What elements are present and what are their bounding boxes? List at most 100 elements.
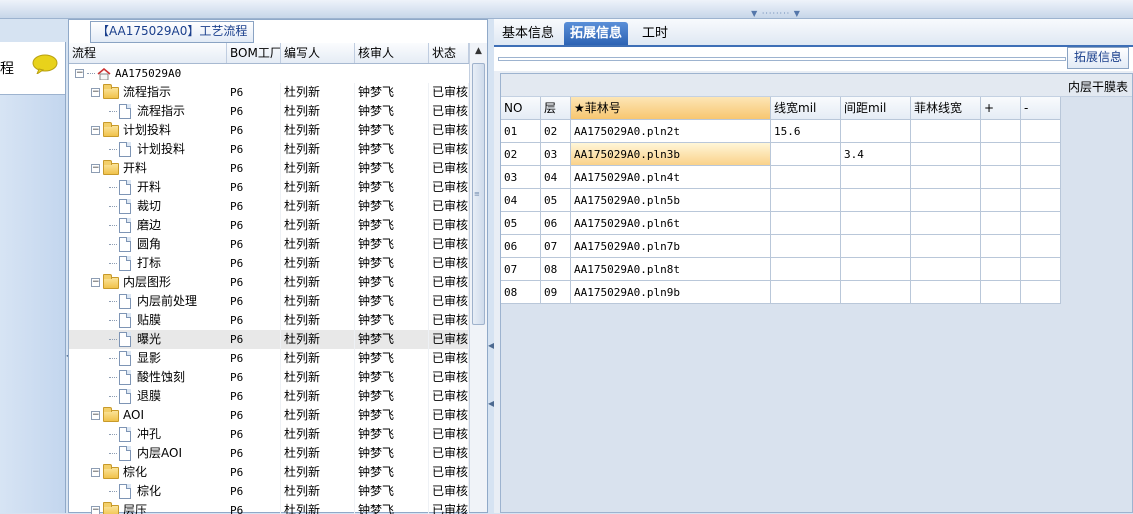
film-width-cell[interactable] [911,166,981,189]
tree-row[interactable]: 曝光P6杜列新钟梦飞已审核 [69,330,469,349]
col-header-spacing[interactable]: 间距mil [841,97,911,120]
table-row[interactable]: 0809AA175029A0.pln9b [501,281,1063,304]
plus-cell[interactable] [981,235,1021,258]
plus-cell[interactable] [981,166,1021,189]
film-no-cell[interactable]: AA175029A0.pln5b [571,189,771,212]
layer-cell[interactable]: 07 [541,235,571,258]
scroll-up-arrow-icon[interactable]: ▲ [470,43,487,60]
col-header-layer[interactable]: 层 [541,97,571,120]
spacing-cell[interactable] [841,166,911,189]
col-header-process[interactable]: 流程 [69,43,227,63]
line-width-cell[interactable] [771,281,841,304]
film-no-cell[interactable]: AA175029A0.pln9b [571,281,771,304]
plus-cell[interactable] [981,212,1021,235]
film-width-cell[interactable] [911,235,981,258]
layer-cell[interactable]: 03 [541,143,571,166]
line-width-cell[interactable] [771,212,841,235]
tree-row[interactable]: −棕化P6杜列新钟梦飞已审核 [69,463,469,482]
collapse-icon[interactable]: − [91,164,100,173]
film-width-cell[interactable] [911,120,981,143]
minus-cell[interactable] [1021,189,1061,212]
table-row[interactable]: 0607AA175029A0.pln7b [501,235,1063,258]
layer-cell[interactable]: 06 [541,212,571,235]
tree-row[interactable]: −计划投料P6杜列新钟梦飞已审核 [69,121,469,140]
tree-row[interactable]: 内层AOIP6杜列新钟梦飞已审核 [69,444,469,463]
collapse-icon[interactable]: − [91,411,100,420]
tree-row[interactable]: 酸性蚀刻P6杜列新钟梦飞已审核 [69,368,469,387]
film-no-cell[interactable]: AA175029A0.pln8t [571,258,771,281]
extended-info-button[interactable]: 拓展信息 [1067,47,1129,69]
tree-row[interactable]: 显影P6杜列新钟梦飞已审核 [69,349,469,368]
plus-cell[interactable] [981,281,1021,304]
collapse-icon[interactable]: − [91,278,100,287]
layer-cell[interactable]: 08 [541,258,571,281]
chat-bubble-icon[interactable] [32,54,58,74]
col-header-status[interactable]: 状态 [429,43,469,63]
film-no-cell[interactable]: AA175029A0.pln4t [571,166,771,189]
film-width-cell[interactable] [911,189,981,212]
minus-cell[interactable] [1021,143,1061,166]
tree-row[interactable]: 冲孔P6杜列新钟梦飞已审核 [69,425,469,444]
collapse-icon[interactable]: − [91,88,100,97]
col-header-reviewer[interactable]: 核审人 [355,43,429,63]
film-no-cell[interactable]: AA175029A0.pln3b [571,143,771,166]
col-header-minus[interactable]: - [1021,97,1061,120]
line-width-cell[interactable] [771,143,841,166]
line-width-cell[interactable]: 15.6 [771,120,841,143]
tab-basic-info[interactable]: 基本信息 [496,22,560,45]
spacing-cell[interactable] [841,235,911,258]
layer-cell[interactable]: 09 [541,281,571,304]
col-header-bom[interactable]: BOM工厂 [227,43,281,63]
minus-cell[interactable] [1021,212,1061,235]
no-cell[interactable]: 06 [501,235,541,258]
line-width-cell[interactable] [771,235,841,258]
film-no-cell[interactable]: AA175029A0.pln7b [571,235,771,258]
tree-root-row[interactable]: − AA175029A0 [69,64,469,83]
film-no-cell[interactable]: AA175029A0.pln2t [571,120,771,143]
plus-cell[interactable] [981,189,1021,212]
tab-extended-info[interactable]: 拓展信息 [564,22,628,45]
plus-cell[interactable] [981,258,1021,281]
collapse-icon[interactable]: − [91,468,100,477]
layer-cell[interactable]: 05 [541,189,571,212]
film-width-cell[interactable] [911,281,981,304]
no-cell[interactable]: 03 [501,166,541,189]
no-cell[interactable]: 04 [501,189,541,212]
table-row[interactable]: 0506AA175029A0.pln6t [501,212,1063,235]
no-cell[interactable]: 05 [501,212,541,235]
table-row[interactable]: 0405AA175029A0.pln5b [501,189,1063,212]
no-cell[interactable]: 07 [501,258,541,281]
plus-cell[interactable] [981,143,1021,166]
no-cell[interactable]: 08 [501,281,541,304]
film-width-cell[interactable] [911,212,981,235]
tree-row[interactable]: 棕化P6杜列新钟梦飞已审核 [69,482,469,501]
line-width-cell[interactable] [771,166,841,189]
no-cell[interactable]: 01 [501,120,541,143]
spacing-cell[interactable] [841,212,911,235]
spacing-cell[interactable]: 3.4 [841,143,911,166]
collapse-icon[interactable]: − [75,69,84,78]
film-no-cell[interactable]: AA175029A0.pln6t [571,212,771,235]
table-row[interactable]: 0102AA175029A0.pln2t15.6 [501,120,1063,143]
minus-cell[interactable] [1021,166,1061,189]
no-cell[interactable]: 02 [501,143,541,166]
line-width-cell[interactable] [771,258,841,281]
splitter-grip[interactable]: ▼ ········ ▼ [746,10,806,17]
table-row[interactable]: 0304AA175029A0.pln4t [501,166,1063,189]
layer-cell[interactable]: 04 [541,166,571,189]
tree-row[interactable]: −内层图形P6杜列新钟梦飞已审核 [69,273,469,292]
table-row[interactable]: 0203AA175029A0.pln3b 3.4 [501,143,1063,166]
film-width-cell[interactable] [911,143,981,166]
tree-vertical-scrollbar[interactable]: ▲ ≡ [469,43,487,512]
col-header-writer[interactable]: 编写人 [281,43,355,63]
layer-cell[interactable]: 02 [541,120,571,143]
col-header-line-width[interactable]: 线宽mil [771,97,841,120]
tree-row[interactable]: −层压P6杜列新钟梦飞已审核 [69,501,469,514]
tree-row[interactable]: 打标P6杜列新钟梦飞已审核 [69,254,469,273]
line-width-cell[interactable] [771,189,841,212]
col-header-film-width[interactable]: 菲林线宽 [911,97,981,120]
tree-row[interactable]: −开料P6杜列新钟梦飞已审核 [69,159,469,178]
col-header-film-no[interactable]: ★菲林号 [571,97,771,120]
tree-row[interactable]: 内层前处理P6杜列新钟梦飞已审核 [69,292,469,311]
minus-cell[interactable] [1021,258,1061,281]
